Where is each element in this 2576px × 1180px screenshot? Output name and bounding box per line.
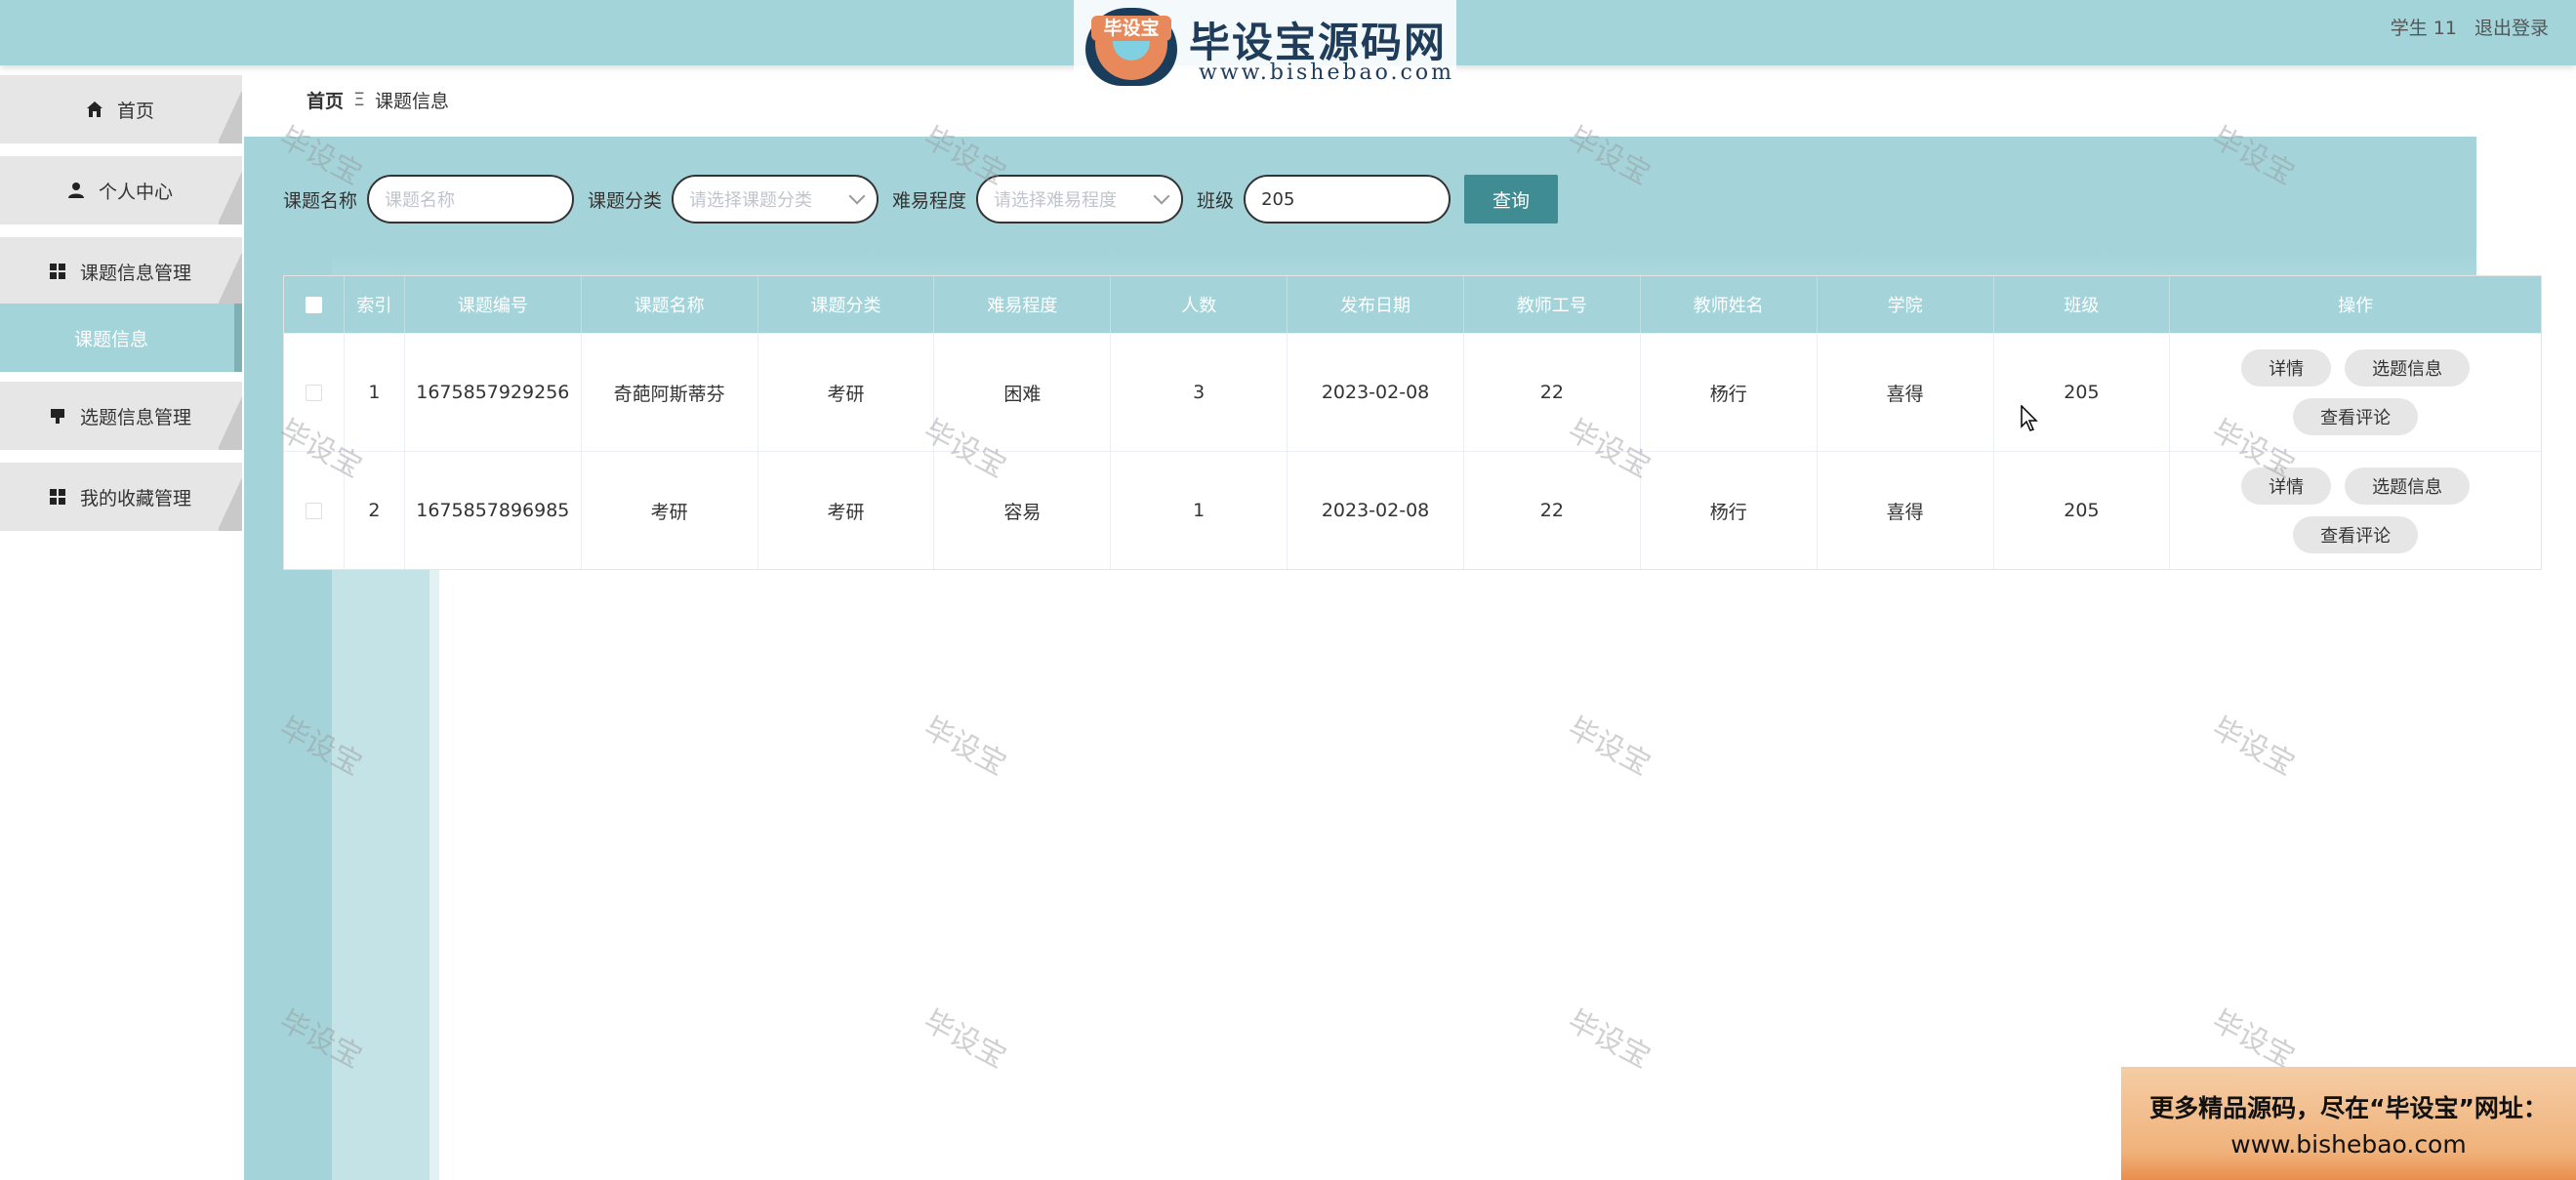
table-cell: 奇葩阿斯蒂芬 xyxy=(582,334,758,451)
table-cell: 2 xyxy=(345,452,405,569)
user-area: 学生 11 退出登录 xyxy=(2379,14,2549,40)
table-cell: 杨行 xyxy=(1641,452,1818,569)
promo-url[interactable]: www.bishebao.com xyxy=(2230,1130,2466,1159)
sidebar-item-home[interactable]: 首页 xyxy=(0,75,242,143)
table-cell: 考研 xyxy=(758,452,935,569)
row-checkbox[interactable] xyxy=(305,384,322,401)
topic-table: 索引 课题编号 课题名称 课题分类 难易程度 人数 发布日期 教师工号 教师姓名… xyxy=(283,275,2542,570)
column-header: 发布日期 xyxy=(1288,276,1464,333)
promo-line-1: 更多精品源码，尽在“毕设宝”网址： xyxy=(2149,1093,2548,1122)
column-header: 课题分类 xyxy=(758,276,935,333)
view-comments-button[interactable]: 查看评论 xyxy=(2293,516,2419,553)
logo-url: www.bishebao.com xyxy=(1199,61,1454,85)
class-label: 班级 xyxy=(1197,189,1235,212)
table-cell: 困难 xyxy=(934,334,1112,451)
column-header: 操作 xyxy=(2338,296,2374,316)
detail-button[interactable]: 详情 xyxy=(2241,468,2332,505)
sidebar-subitem-topic-info[interactable]: 课题信息 xyxy=(0,304,242,372)
promo-banner: 更多精品源码，尽在“毕设宝”网址： www.bishebao.com xyxy=(2121,1067,2576,1180)
breadcrumb-home[interactable]: 首页 xyxy=(307,87,344,113)
sidebar-item-label: 我的收藏管理 xyxy=(79,487,191,509)
chevron-down-icon xyxy=(1153,187,1170,205)
topic-name-label: 课题名称 xyxy=(283,189,358,212)
detail-button[interactable]: 详情 xyxy=(2241,349,2332,387)
sidebar-item-label: 个人中心 xyxy=(98,181,173,203)
grid-icon xyxy=(49,264,65,279)
search-bar: 课题名称 课题名称 课题分类 请选择课题分类 难易程度 请选择难易程度 班级 2… xyxy=(283,174,1559,224)
row-select-cell xyxy=(284,334,345,451)
table-cell: 205 xyxy=(1994,452,2171,569)
table-cell: 3 xyxy=(1111,334,1288,451)
card-icon xyxy=(50,409,64,424)
topic-name-input[interactable]: 课题名称 xyxy=(367,175,575,224)
user-label: 学生 11 xyxy=(2390,18,2457,39)
sidebar-item-personal-center[interactable]: 个人中心 xyxy=(0,156,242,224)
view-comments-button[interactable]: 查看评论 xyxy=(2293,398,2419,435)
column-header: 难易程度 xyxy=(934,276,1112,333)
chevron-down-icon xyxy=(848,187,866,205)
row-checkbox[interactable] xyxy=(305,502,322,519)
logout-link[interactable]: 退出登录 xyxy=(2474,18,2549,39)
sidebar-item-favorites-management[interactable]: 我的收藏管理 xyxy=(0,463,242,531)
sidebar: 首页 个人中心 课题信息管理 课题信息 选题信息管理 我的收藏管理 xyxy=(0,65,244,1180)
class-input[interactable]: 205 xyxy=(1244,175,1452,224)
table-cell: 1 xyxy=(1111,452,1288,569)
actions-line: 详情 选题信息 xyxy=(2241,468,2471,505)
select-topic-button[interactable]: 选题信息 xyxy=(2345,349,2471,387)
row-select-cell xyxy=(284,452,345,569)
difficulty-placeholder: 请选择难易程度 xyxy=(994,190,1118,211)
breadcrumb-separator: Ξ xyxy=(353,89,366,110)
table-row: 2 1675857896985 考研 考研 容易 1 2023-02-08 22… xyxy=(284,451,2541,569)
sidebar-item-selection-management[interactable]: 选题信息管理 xyxy=(0,382,242,450)
column-header: 教师姓名 xyxy=(1641,276,1818,333)
actions-line: 详情 选题信息 xyxy=(2241,349,2471,387)
column-header: 班级 xyxy=(1994,276,2171,333)
actions-cell: 详情 选题信息 查看评论 xyxy=(2170,334,2541,451)
select-all-checkbox[interactable] xyxy=(305,296,322,313)
table-cell: 考研 xyxy=(582,452,758,569)
column-header: 索引 xyxy=(345,276,405,333)
select-topic-button[interactable]: 选题信息 xyxy=(2345,468,2471,505)
logo-badge-text: 毕设宝 xyxy=(1091,16,1171,41)
table-cell: 205 xyxy=(1994,334,2171,451)
column-header: 学院 xyxy=(1818,276,1994,333)
logo-badge-icon: 毕设宝 xyxy=(1085,8,1177,86)
table-row: 1 1675857929256 奇葩阿斯蒂芬 考研 困难 3 2023-02-0… xyxy=(284,333,2541,451)
home-icon xyxy=(86,102,102,117)
table-cell: 喜得 xyxy=(1818,334,1994,451)
query-button[interactable]: 查询 xyxy=(1464,175,1559,224)
table-cell: 1 xyxy=(345,334,405,451)
site-logo: 毕设宝 毕设宝源码网 www.bishebao.com xyxy=(1074,0,1456,96)
sidebar-item-label: 选题信息管理 xyxy=(79,406,191,428)
topic-category-label: 课题分类 xyxy=(588,189,663,212)
topic-category-select[interactable]: 请选择课题分类 xyxy=(672,175,879,224)
column-header: 课题名称 xyxy=(582,276,758,333)
column-header: 教师工号 xyxy=(1464,276,1641,333)
table-header: 索引 课题编号 课题名称 课题分类 难易程度 人数 发布日期 教师工号 教师姓名… xyxy=(284,276,2541,333)
topic-category-placeholder: 请选择课题分类 xyxy=(689,190,813,211)
difficulty-select[interactable]: 请选择难易程度 xyxy=(976,175,1184,224)
select-all-cell xyxy=(284,276,345,333)
breadcrumb-current: 课题信息 xyxy=(375,90,450,112)
table-cell: 容易 xyxy=(934,452,1112,569)
table-cell: 22 xyxy=(1464,452,1641,569)
table-cell: 1675857896985 xyxy=(405,452,582,569)
table-cell: 2023-02-08 xyxy=(1288,452,1464,569)
sidebar-item-label: 首页 xyxy=(116,100,154,122)
table-cell: 喜得 xyxy=(1818,452,1994,569)
table-cell: 2023-02-08 xyxy=(1288,334,1464,451)
table-cell: 22 xyxy=(1464,334,1641,451)
table-cell: 1675857929256 xyxy=(405,334,582,451)
grid-icon xyxy=(49,489,65,505)
table-cell: 考研 xyxy=(758,334,935,451)
sidebar-item-label: 课题信息管理 xyxy=(79,262,191,284)
column-header: 课题编号 xyxy=(405,276,582,333)
actions-cell: 详情 选题信息 查看评论 xyxy=(2170,452,2541,569)
person-icon xyxy=(67,183,84,198)
column-header: 人数 xyxy=(1111,276,1288,333)
table-cell: 杨行 xyxy=(1641,334,1818,451)
difficulty-label: 难易程度 xyxy=(892,189,967,212)
sidebar-item-topic-management[interactable]: 课题信息管理 xyxy=(0,237,242,305)
